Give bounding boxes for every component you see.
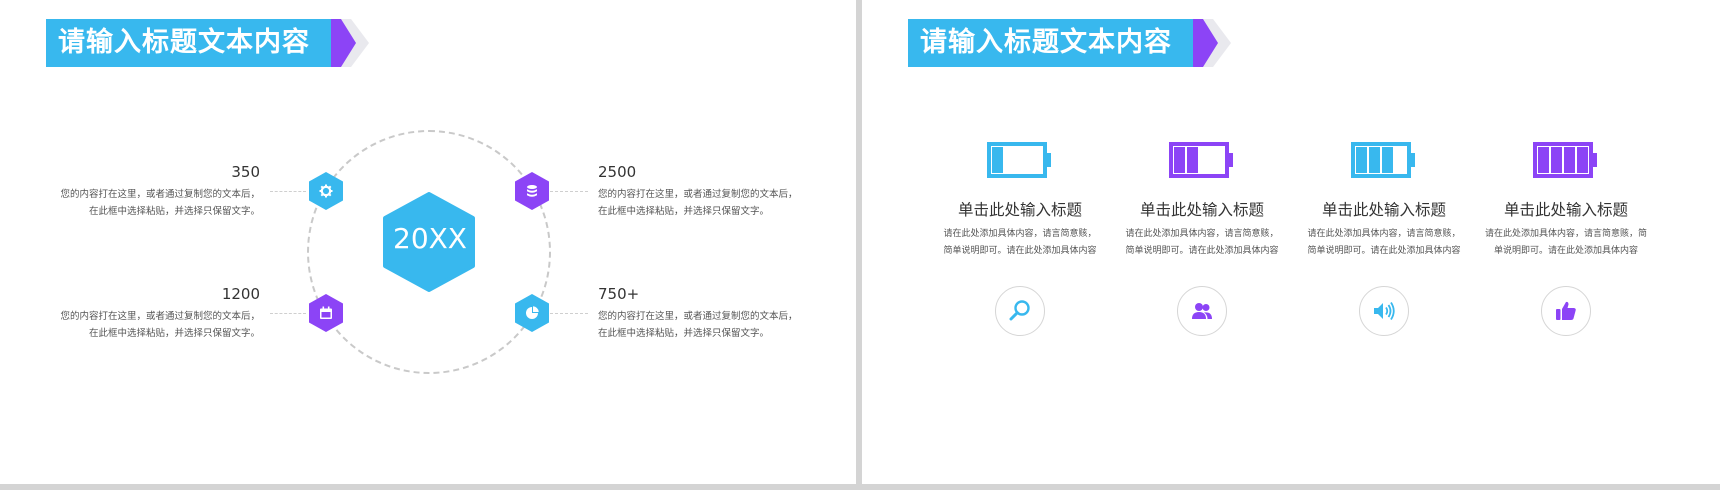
gear-icon	[319, 184, 333, 198]
banner-arrow-icon	[1193, 19, 1231, 67]
speaker-icon	[1374, 302, 1395, 320]
column-desc-line: 请在此处添加具体内容，请言简意赅，	[943, 229, 1097, 239]
stat-desc-line: 您的内容打在这里，或者通过复制您的文本后，	[598, 189, 798, 200]
battery-icon	[1351, 142, 1415, 178]
stat-desc-line: 在此框中选择粘贴，并选择只保留文字。	[88, 206, 260, 217]
stat-value: 1200	[221, 285, 260, 303]
battery-cell	[1564, 147, 1575, 173]
column-desc-line: 简单说明即可。请在此处添加具体内容	[943, 246, 1097, 256]
battery-cell	[992, 147, 1003, 173]
pie-chart-icon	[526, 306, 539, 319]
column-description: 请在此处添加具体内容，请言简意赅， 简单说明即可。请在此处添加具体内容	[1117, 226, 1287, 260]
stat-desc-line: 您的内容打在这里，或者通过复制您的文本后，	[598, 311, 798, 322]
column-description: 请在此处添加具体内容，请言简意赅， 简单说明即可。请在此处添加具体内容	[1299, 226, 1469, 260]
stat-desc-line: 在此框中选择粘贴，并选择只保留文字。	[88, 328, 260, 339]
hexagon-badge	[306, 293, 346, 333]
stat-description: 您的内容打在这里，或者通过复制您的文本后， 在此框中选择粘贴，并选择只保留文字。	[598, 186, 828, 220]
column-description: 请在此处添加具体内容，请言简意赅，简 单说明即可。请在此处添加具体内容	[1481, 226, 1651, 260]
column-desc-line: 单说明即可。请在此处添加具体内容	[1493, 246, 1638, 256]
column-desc-line: 请在此处添加具体内容，请言简意赅，	[1125, 229, 1279, 239]
column-title[interactable]: 单击此处输入标题	[1481, 198, 1651, 220]
column-desc-line: 简单说明即可。请在此处添加具体内容	[1307, 246, 1461, 256]
stat-desc-line: 在此框中选择粘贴，并选择只保留文字。	[598, 206, 770, 217]
stat-description: 您的内容打在这里，或者通过复制您的文本后， 在此框中选择粘贴，并选择只保留文字。	[598, 308, 828, 342]
hexagon-badge	[306, 171, 346, 211]
battery-icon	[1533, 142, 1597, 178]
column-title[interactable]: 单击此处输入标题	[1299, 198, 1469, 220]
thumbs-up-button[interactable]	[1541, 286, 1591, 336]
stat-description: 您的内容打在这里，或者通过复制您的文本后， 在此框中选择粘贴，并选择只保留文字。	[40, 186, 260, 220]
title-banner: 请输入标题文本内容	[908, 19, 1238, 67]
users-icon	[1192, 303, 1212, 319]
feature-column: 单击此处输入标题 请在此处添加具体内容，请言简意赅， 简单说明即可。请在此处添加…	[935, 140, 1105, 260]
battery-cell	[1174, 147, 1185, 173]
slide-left: 请输入标题文本内容 20XX 350 您的内容打在这里，或者通过复制您的文本后，…	[0, 0, 856, 484]
title-banner: 请输入标题文本内容	[46, 19, 376, 67]
battery-cell	[1577, 147, 1588, 173]
battery-cell	[1369, 147, 1380, 173]
column-description: 请在此处添加具体内容，请言简意赅， 简单说明即可。请在此处添加具体内容	[935, 226, 1105, 260]
search-button[interactable]	[995, 286, 1045, 336]
stat-desc-line: 您的内容打在这里，或者通过复制您的文本后，	[60, 311, 260, 322]
feature-column: 单击此处输入标题 请在此处添加具体内容，请言简意赅， 简单说明即可。请在此处添加…	[1299, 140, 1469, 260]
hexagon-badge	[512, 171, 552, 211]
calendar-icon	[320, 306, 332, 319]
stat-desc-line: 在此框中选择粘贴，并选择只保留文字。	[598, 328, 770, 339]
column-title[interactable]: 单击此处输入标题	[1117, 198, 1287, 220]
stat-value: 350	[231, 163, 260, 181]
search-icon	[1009, 300, 1030, 321]
slide-title: 请输入标题文本内容	[46, 19, 331, 67]
stat-description: 您的内容打在这里，或者通过复制您的文本后， 在此框中选择粘贴，并选择只保留文字。	[40, 308, 260, 342]
center-label: 20XX	[393, 222, 467, 255]
battery-cell	[1538, 147, 1549, 173]
column-title[interactable]: 单击此处输入标题	[935, 198, 1105, 220]
feature-column: 单击此处输入标题 请在此处添加具体内容，请言简意赅，简 单说明即可。请在此处添加…	[1481, 140, 1651, 260]
connector-line	[550, 191, 588, 192]
speaker-button[interactable]	[1359, 286, 1409, 336]
database-icon	[527, 185, 537, 197]
hexagon-badge	[512, 293, 552, 333]
slide-title: 请输入标题文本内容	[908, 19, 1193, 67]
banner-arrow-icon	[331, 19, 369, 67]
battery-cell	[1382, 147, 1393, 173]
connector-line	[550, 313, 588, 314]
battery-cell	[1356, 147, 1367, 173]
battery-icon	[1169, 142, 1233, 178]
users-button[interactable]	[1177, 286, 1227, 336]
slide-right: 请输入标题文本内容 单击此处输入标题 请在此处添加具体内容，请言简意赅， 简单说…	[862, 0, 1720, 484]
stat-value: 750+	[598, 285, 640, 303]
feature-column: 单击此处输入标题 请在此处添加具体内容，请言简意赅， 简单说明即可。请在此处添加…	[1117, 140, 1287, 260]
connector-line	[270, 191, 306, 192]
battery-cell	[1187, 147, 1198, 173]
stat-value: 2500	[598, 163, 637, 181]
column-desc-line: 请在此处添加具体内容，请言简意赅，简	[1484, 229, 1647, 239]
column-desc-line: 简单说明即可。请在此处添加具体内容	[1125, 246, 1279, 256]
battery-cell	[1551, 147, 1562, 173]
stat-desc-line: 您的内容打在这里，或者通过复制您的文本后，	[60, 189, 260, 200]
thumbs-up-icon	[1556, 301, 1576, 320]
battery-icon	[987, 142, 1051, 178]
column-desc-line: 请在此处添加具体内容，请言简意赅，	[1307, 229, 1461, 239]
connector-line	[270, 313, 306, 314]
